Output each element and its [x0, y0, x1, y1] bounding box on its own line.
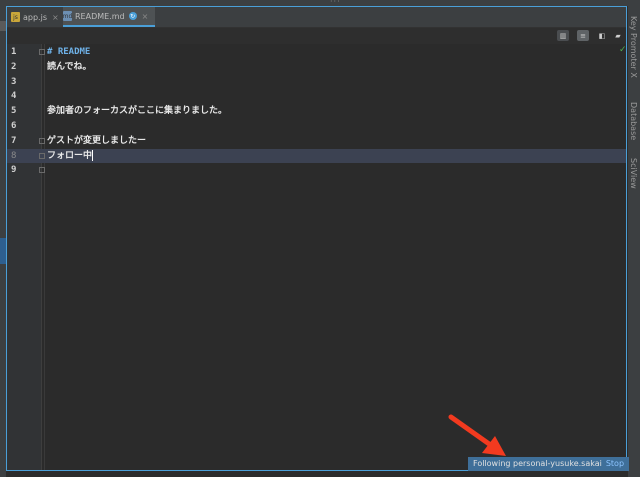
editor-line[interactable]: 5 参加者のフォーカスがここに集まりました。: [7, 104, 626, 119]
line-number: 9: [11, 165, 17, 176]
editor-line[interactable]: 1 # README: [7, 45, 626, 60]
image-icon[interactable]: ▰: [612, 30, 624, 41]
fold-marker-icon[interactable]: [39, 167, 45, 174]
red-arrow-icon: [448, 414, 506, 456]
editor-line[interactable]: 2 読んでね。: [7, 60, 626, 75]
editor-line[interactable]: 3: [7, 75, 626, 90]
line-number: 4: [11, 91, 17, 102]
line-number: 2: [11, 61, 17, 72]
line-text: # README: [47, 47, 91, 57]
markdown-toolbar: ▥ ≡ ◧ ▰: [7, 28, 626, 44]
line-text: フォロー中: [47, 150, 93, 161]
following-status-bar: Following personal-yusuke.sakai Stop: [468, 457, 629, 471]
line-number: 7: [11, 135, 17, 146]
fold-marker-icon[interactable]: [39, 152, 45, 159]
line-text: 参加者のフォーカスがここに集まりました。: [47, 106, 228, 117]
tab-label: README.md: [75, 11, 125, 21]
editor-line[interactable]: 6: [7, 119, 626, 134]
tab-app-js[interactable]: js app.js ×: [11, 7, 61, 27]
preview-only-button[interactable]: ◧: [596, 30, 608, 41]
markdown-file-icon: md: [62, 11, 73, 21]
line-number: 3: [11, 76, 17, 87]
editor-lines: 1 # README 2 読んでね。 3 4 5 参加者のフォーカスがここに集ま…: [7, 45, 626, 178]
fold-marker-icon[interactable]: [39, 49, 45, 55]
line-number: 6: [11, 120, 17, 131]
tool-window-key-promoter[interactable]: Key Promoter X: [629, 16, 638, 78]
right-tool-strip: Key Promoter X Database SciView: [628, 6, 640, 477]
editor-line[interactable]: 4: [7, 89, 626, 104]
editor-only-view-button[interactable]: ▥: [557, 30, 569, 41]
editor-line[interactable]: 7 ゲストが変更しましたー: [7, 134, 626, 149]
editor-line[interactable]: 9: [7, 163, 626, 178]
close-icon[interactable]: ×: [52, 13, 59, 22]
editor-window: js app.js × md README.md ↻ × ▥ ≡ ◧ ▰ ✓ 1…: [6, 6, 627, 471]
js-file-icon: js: [11, 12, 20, 22]
tool-window-database[interactable]: Database: [629, 102, 638, 140]
drag-handle-icon[interactable]: ···: [330, 0, 346, 6]
close-icon[interactable]: ×: [142, 12, 149, 21]
tab-readme-md[interactable]: md README.md ↻ ×: [63, 7, 155, 27]
line-number: 8: [11, 150, 17, 161]
tool-window-sciview[interactable]: SciView: [629, 158, 638, 189]
split-view-button[interactable]: ≡: [577, 30, 589, 41]
following-label: Following personal-yusuke.sakai: [473, 459, 602, 468]
text-caret: [92, 149, 94, 161]
tab-bar: js app.js × md README.md ↻ ×: [7, 7, 626, 28]
stop-following-button[interactable]: Stop: [606, 459, 624, 468]
live-share-icon: ↻: [128, 12, 137, 20]
line-text-with-caret: フォロー中: [47, 149, 94, 164]
line-number: 5: [11, 106, 17, 117]
line-text: ゲストが変更しましたー: [47, 135, 147, 146]
line-number: 1: [11, 47, 17, 57]
line-text: 読んでね。: [47, 61, 92, 72]
tab-label: app.js: [23, 12, 47, 22]
fold-marker-icon[interactable]: [39, 137, 45, 144]
code-editor[interactable]: ✓ 1 # README 2 読んでね。 3 4 5 参加者のフォーカスがここに: [7, 44, 627, 470]
editor-line-current[interactable]: 8 フォロー中: [7, 148, 626, 164]
